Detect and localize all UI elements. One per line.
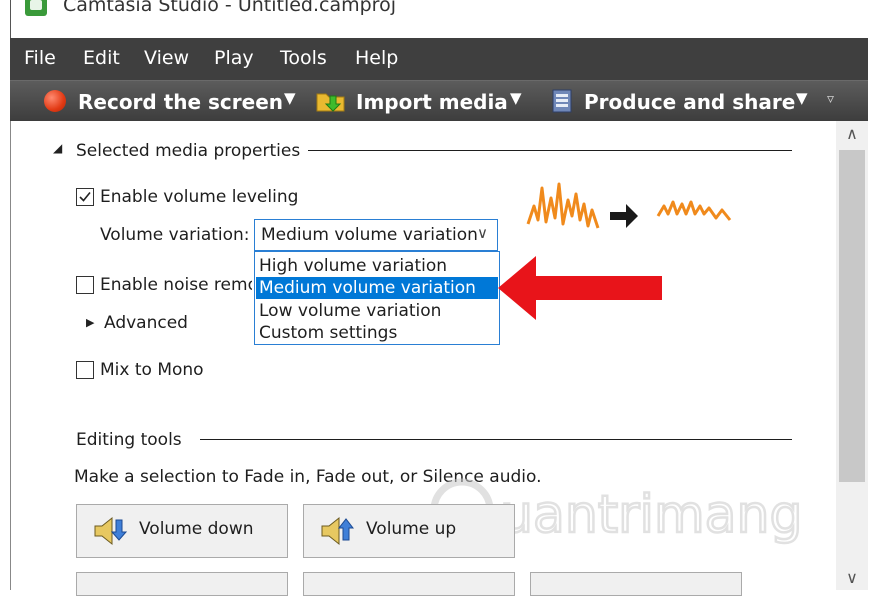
produce-dropdown-chevron-icon[interactable]: ▼	[796, 89, 808, 107]
import-dropdown-chevron-icon[interactable]: ▼	[510, 89, 522, 107]
volume-leveling-waveform-illustration	[526, 182, 732, 229]
volume-leveling-label: Enable volume leveling	[100, 187, 299, 207]
editing-tools-divider	[200, 439, 792, 440]
fade-in-button-partial[interactable]	[76, 572, 288, 596]
option-custom-settings[interactable]: Custom settings	[256, 322, 498, 344]
produce-share-icon[interactable]	[550, 88, 574, 114]
noise-removal-label: Enable noise removal	[100, 275, 252, 295]
noise-removal-checkbox[interactable]	[76, 276, 94, 294]
scrollbar-thumb[interactable]	[839, 150, 865, 482]
collapse-triangle-icon[interactable]: ◢	[53, 141, 62, 155]
window-title: Camtasia Studio - Untitled.camproj	[63, 0, 396, 16]
record-icon[interactable]	[44, 90, 66, 112]
red-pointer-arrow-annotation	[498, 256, 662, 320]
option-medium-volume-variation[interactable]: Medium volume variation	[256, 277, 498, 299]
volume-down-label: Volume down	[139, 519, 254, 539]
noise-removal-label-clip: Enable noise removal	[100, 275, 252, 299]
volume-variation-value: Medium volume variation	[261, 225, 478, 245]
menu-bar: File Edit View Play Tools Help	[10, 38, 868, 80]
toolbar-overflow-icon[interactable]: ▿	[827, 91, 834, 107]
camtasia-app-icon	[25, 0, 47, 16]
volume-up-label: Volume up	[366, 519, 457, 539]
fade-out-button-partial[interactable]	[303, 572, 515, 596]
menu-view[interactable]: View	[144, 47, 189, 69]
svg-text:uantrimang: uantrimang	[500, 485, 802, 545]
volume-leveling-checkbox[interactable]	[76, 188, 94, 206]
volume-variation-label: Volume variation:	[100, 225, 250, 245]
menu-edit[interactable]: Edit	[83, 47, 120, 69]
menu-tools[interactable]: Tools	[280, 47, 327, 69]
option-low-volume-variation[interactable]: Low volume variation	[256, 300, 498, 322]
volume-up-icon	[321, 516, 354, 546]
section-title-editing-tools: Editing tools	[76, 430, 182, 450]
menu-help[interactable]: Help	[355, 47, 398, 69]
scroll-up-arrow-icon[interactable]: ∧	[836, 121, 868, 147]
volume-down-button[interactable]: Volume down	[76, 504, 288, 558]
import-media-icon[interactable]	[316, 90, 346, 112]
silence-button-partial[interactable]	[530, 572, 742, 596]
volume-variation-dropdown-list: High volume variation Medium volume vari…	[254, 251, 500, 345]
main-toolbar: Record the screen ▼ Import media ▼ Produ…	[10, 80, 868, 121]
title-bar: Camtasia Studio - Untitled.camproj	[10, 0, 869, 38]
expand-triangle-icon[interactable]: ▶	[86, 316, 94, 329]
record-screen-button[interactable]: Record the screen	[78, 90, 283, 114]
section-title-media-properties: Selected media properties	[76, 141, 301, 161]
mix-to-mono-label: Mix to Mono	[100, 360, 204, 380]
advanced-expander[interactable]: Advanced	[104, 313, 188, 333]
import-media-button[interactable]: Import media	[356, 90, 508, 114]
menu-file[interactable]: File	[24, 47, 56, 69]
produce-share-button[interactable]: Produce and share	[584, 90, 795, 114]
volume-variation-combobox[interactable]: Medium volume variation ∨	[254, 219, 498, 251]
mix-to-mono-checkbox[interactable]	[76, 361, 94, 379]
volume-up-button[interactable]: Volume up	[303, 504, 515, 558]
scroll-down-arrow-icon[interactable]: ∨	[836, 566, 868, 590]
option-high-volume-variation[interactable]: High volume variation	[256, 255, 498, 277]
chevron-down-icon[interactable]: ∨	[477, 224, 488, 242]
section-divider	[308, 150, 792, 151]
menu-play[interactable]: Play	[214, 47, 254, 69]
record-dropdown-chevron-icon[interactable]: ▼	[284, 89, 296, 107]
volume-down-icon	[94, 516, 127, 546]
checkmark-icon	[79, 191, 91, 202]
